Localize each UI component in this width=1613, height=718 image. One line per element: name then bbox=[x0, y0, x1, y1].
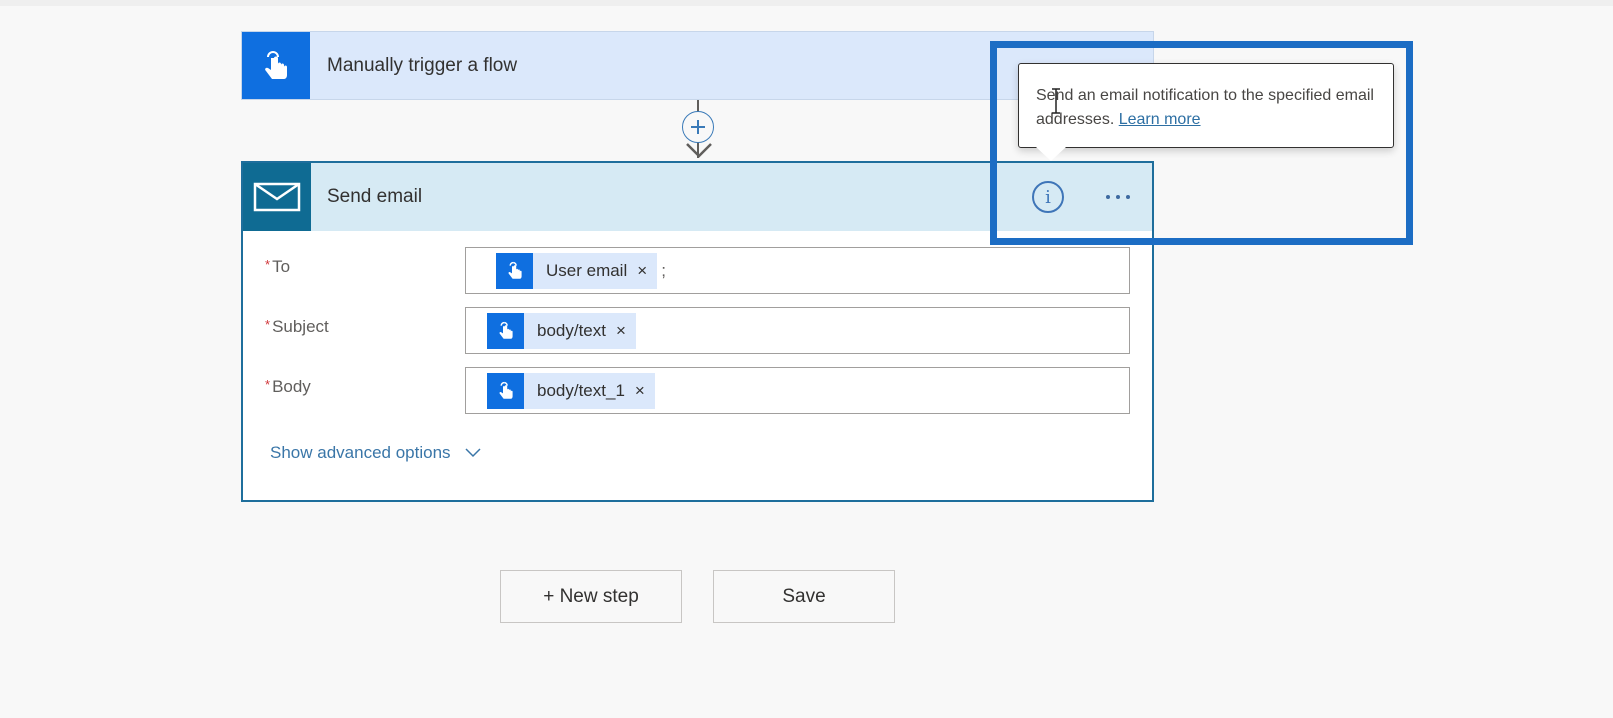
action-title: Send email bbox=[327, 186, 423, 207]
token-icon-box bbox=[487, 372, 524, 409]
field-body: * Body body/text_1 × bbox=[243, 367, 1152, 415]
body-input[interactable]: body/text_1 × bbox=[465, 367, 1130, 414]
arrow-down-icon bbox=[686, 143, 712, 158]
learn-more-link[interactable]: Learn more bbox=[1119, 111, 1201, 128]
field-label-subject: * Subject bbox=[265, 317, 329, 336]
mail-icon bbox=[253, 182, 301, 212]
new-step-button[interactable]: + New step bbox=[500, 570, 682, 623]
info-tooltip: Send an email notification to the specif… bbox=[1018, 63, 1394, 148]
touch-hand-icon bbox=[265, 50, 287, 79]
to-input[interactable]: User email × ; bbox=[465, 247, 1130, 294]
token-label: body/text bbox=[537, 320, 606, 340]
tooltip-text: Send an email notification to the specif… bbox=[1036, 87, 1374, 128]
save-button[interactable]: Save bbox=[713, 570, 895, 623]
advanced-label: Show advanced options bbox=[270, 443, 451, 462]
token-icon-box bbox=[496, 252, 533, 289]
insert-step-button[interactable] bbox=[682, 111, 714, 143]
touch-hand-icon bbox=[499, 381, 513, 399]
touch-hand-icon bbox=[508, 261, 522, 279]
show-advanced-options-link[interactable]: Show advanced options bbox=[270, 443, 481, 463]
send-email-card: Send email i * To User email × ; * Subje… bbox=[241, 161, 1154, 502]
field-subject: * Subject body/text × bbox=[243, 307, 1152, 355]
tooltip-tail bbox=[1036, 147, 1066, 161]
send-email-header[interactable]: Send email i bbox=[243, 163, 1152, 231]
subject-input[interactable]: body/text × bbox=[465, 307, 1130, 354]
remove-token-button[interactable]: × bbox=[635, 381, 645, 401]
remove-token-button[interactable]: × bbox=[637, 261, 647, 281]
trigger-title: Manually trigger a flow bbox=[327, 54, 518, 76]
token-label: User email bbox=[546, 260, 628, 280]
separator: ; bbox=[661, 260, 666, 280]
token-body-text[interactable]: body/text × bbox=[487, 312, 636, 349]
token-label: body/text_1 bbox=[537, 380, 625, 400]
field-label-body: * Body bbox=[265, 377, 311, 396]
required-mark: * bbox=[265, 317, 271, 332]
plus-circle-icon bbox=[691, 120, 705, 134]
field-to: * To User email × ; bbox=[243, 247, 1152, 295]
token-user-email[interactable]: User email × bbox=[496, 252, 658, 289]
more-ellipsis-icon bbox=[1106, 195, 1110, 199]
remove-token-button[interactable]: × bbox=[616, 321, 626, 341]
text-cursor-icon bbox=[1052, 88, 1060, 114]
required-mark: * bbox=[265, 377, 271, 392]
trigger-icon-box bbox=[242, 32, 310, 99]
top-bar bbox=[0, 0, 1613, 6]
more-options-button[interactable] bbox=[1098, 183, 1138, 211]
mail-icon-box bbox=[243, 163, 311, 231]
token-body-text-1[interactable]: body/text_1 × bbox=[487, 372, 655, 409]
info-icon: i bbox=[1045, 186, 1051, 208]
chevron-down-icon bbox=[465, 448, 481, 458]
field-label-to: * To bbox=[265, 257, 291, 276]
info-button[interactable]: i bbox=[1032, 181, 1064, 213]
token-icon-box bbox=[487, 312, 524, 349]
touch-hand-icon bbox=[499, 321, 513, 339]
required-mark: * bbox=[265, 257, 271, 272]
